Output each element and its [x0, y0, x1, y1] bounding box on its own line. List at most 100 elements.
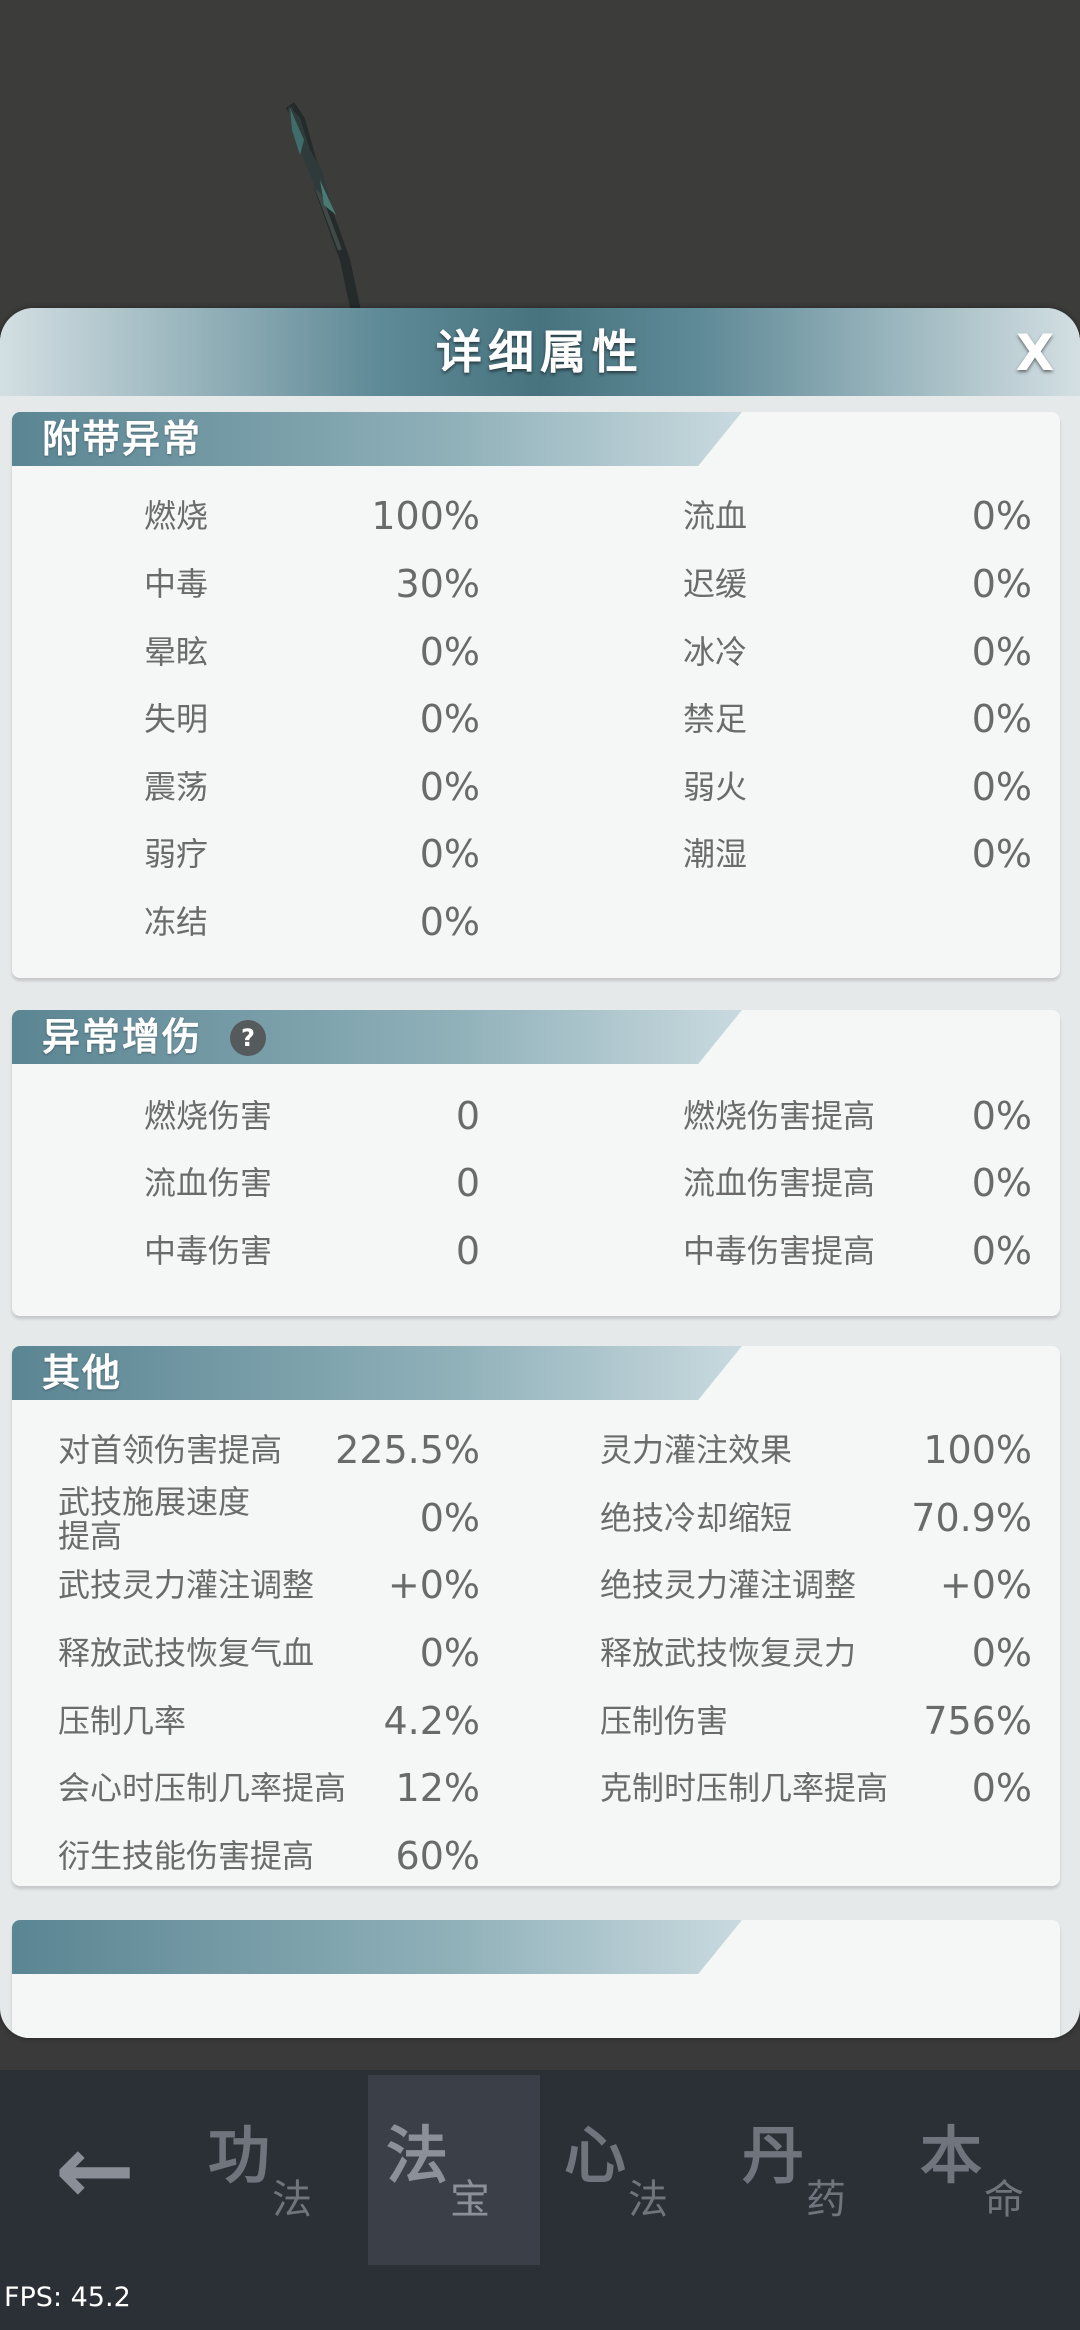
stat-label: 武技灵力灌注调整: [58, 1566, 315, 1604]
stat-label: 潮湿: [683, 835, 748, 873]
dialog-title: 详细属性: [436, 325, 644, 379]
tab-benming-big: 本: [920, 2119, 983, 2192]
stat-value: 0%: [419, 832, 480, 876]
stat-label: 弱火: [683, 768, 748, 806]
stat-value: 0%: [419, 765, 480, 809]
stat-value: 0%: [971, 1229, 1032, 1273]
stat-row: 中毒伤害 0 中毒伤害提高 0%: [12, 1221, 1060, 1281]
tab-benming[interactable]: 本 命: [902, 2075, 1074, 2265]
tab-fabao-big: 法: [386, 2119, 449, 2192]
section-other-title: 其他: [42, 1351, 123, 1395]
stat-value: 0%: [971, 1766, 1032, 1810]
stat-value: 0%: [971, 630, 1032, 674]
stat-label: 克制时压制几率提高: [600, 1769, 889, 1807]
stat-row: 晕眩 0% 冰冷 0%: [12, 622, 1060, 682]
stat-label: 压制几率: [58, 1702, 187, 1740]
tab-gongfa[interactable]: 功 法: [190, 2075, 362, 2265]
help-icon[interactable]: ?: [230, 1020, 266, 1056]
stat-value: 756%: [923, 1699, 1032, 1743]
arrow-left-icon[interactable]: ←: [0, 2075, 190, 2265]
stat-value: 0%: [971, 697, 1032, 741]
stat-value: 4.2%: [383, 1699, 480, 1743]
tab-xinfa-big: 心: [564, 2119, 627, 2192]
section-abnormal-title: 附带异常: [42, 417, 203, 461]
tab-danyao-small: 药: [806, 2177, 846, 2223]
stat-label: 燃烧: [144, 497, 209, 535]
stat-label: 中毒伤害提高: [683, 1232, 876, 1270]
stat-row: 释放武技恢复气血 0% 释放武技恢复灵力 0%: [12, 1623, 1060, 1683]
stat-label: 中毒: [144, 565, 209, 603]
stat-value: 100%: [923, 1428, 1032, 1472]
stat-value: 70.9%: [911, 1496, 1032, 1540]
stat-value: 0%: [419, 1496, 480, 1540]
stat-row: 武技灵力灌注调整 +0% 绝技灵力灌注调整 +0%: [12, 1555, 1060, 1615]
section-abnormal-damage: 异常增伤 ? 燃烧伤害 0 燃烧伤害提高 0% 流血伤害 0 流血伤害提高 0%…: [12, 1010, 1060, 1316]
stat-label: 释放武技恢复气血: [58, 1634, 315, 1672]
stat-label: 中毒伤害: [144, 1232, 273, 1270]
stat-label: 燃烧伤害提高: [683, 1097, 876, 1135]
tab-xinfa-small: 法: [628, 2177, 668, 2223]
stat-label: 晕眩: [144, 633, 209, 671]
stat-value: 100%: [371, 494, 480, 538]
tab-fabao-small: 宝: [450, 2177, 490, 2223]
detail-attributes-dialog: 详细属性 X 附带异常 燃烧 100% 流血 0% 中毒 30% 迟缓 0% 晕…: [0, 308, 1080, 2038]
stat-row: 中毒 30% 迟缓 0%: [12, 554, 1060, 614]
stat-row: 武技施展速度 提高 0% 绝技冷却缩短 70.9%: [12, 1484, 1060, 1554]
stat-label: 迟缓: [683, 565, 748, 603]
stat-value: 60%: [395, 1834, 480, 1878]
stat-label: 绝技灵力灌注调整: [600, 1566, 857, 1604]
stat-row: 冻结 0%: [12, 892, 1060, 952]
stat-label: 绝技冷却缩短: [600, 1499, 793, 1537]
stat-row: 失明 0% 禁足 0%: [12, 689, 1060, 749]
stat-label: 衍生技能伤害提高: [58, 1837, 315, 1875]
stat-row: 燃烧伤害 0 燃烧伤害提高 0%: [12, 1086, 1060, 1146]
tab-fabao[interactable]: 法 宝: [368, 2075, 540, 2265]
fps-counter: FPS: 45.2: [4, 2282, 131, 2313]
stat-label: 失明: [144, 700, 209, 738]
stat-label: 武技施展速度: [58, 1483, 251, 1521]
dialog-scroll-content[interactable]: 附带异常 燃烧 100% 流血 0% 中毒 30% 迟缓 0% 晕眩 0% 冰冷…: [0, 396, 1080, 2038]
stat-value: 0%: [419, 697, 480, 741]
stat-label: 流血: [683, 497, 748, 535]
tab-gongfa-big: 功: [208, 2119, 271, 2192]
section-other: 其他 对首领伤害提高 225.5% 灵力灌注效果 100% 武技施展速度 提高 …: [12, 1346, 1060, 1886]
section-abnormal: 附带异常 燃烧 100% 流血 0% 中毒 30% 迟缓 0% 晕眩 0% 冰冷…: [12, 412, 1060, 978]
section-abnormal-damage-title: 异常增伤: [42, 1015, 203, 1059]
stat-value: 0%: [971, 494, 1032, 538]
stat-row: 震荡 0% 弱火 0%: [12, 757, 1060, 817]
stat-label-line2: 提高: [58, 1517, 123, 1555]
section-next-header: [12, 1920, 742, 1974]
stat-label: 释放武技恢复灵力: [600, 1634, 857, 1672]
stat-value: 0%: [971, 1631, 1032, 1675]
stat-label: 压制伤害: [600, 1702, 729, 1740]
spear-weapon-image: [285, 102, 365, 330]
stat-label: 弱疗: [144, 835, 209, 873]
tab-gongfa-small: 法: [272, 2177, 312, 2223]
stat-label: 流血伤害: [144, 1164, 273, 1202]
tab-danyao[interactable]: 丹 药: [724, 2075, 896, 2265]
stat-row: 会心时压制几率提高 12% 克制时压制几率提高 0%: [12, 1758, 1060, 1818]
tab-xinfa[interactable]: 心 法: [546, 2075, 718, 2265]
stat-value: 0%: [971, 1161, 1032, 1205]
stat-row: 衍生技能伤害提高 60%: [12, 1826, 1060, 1886]
stat-value: 0%: [971, 832, 1032, 876]
stat-row: 弱疗 0% 潮湿 0%: [12, 824, 1060, 884]
close-button[interactable]: X: [1010, 328, 1060, 378]
stat-value: 0%: [419, 900, 480, 944]
stat-label: 流血伤害提高: [683, 1164, 876, 1202]
stat-value: 0: [455, 1161, 480, 1205]
stat-row: 压制几率 4.2% 压制伤害 756%: [12, 1691, 1060, 1751]
stat-label: 禁足: [683, 700, 748, 738]
stat-label: 震荡: [144, 768, 209, 806]
stat-value: 12%: [395, 1766, 480, 1810]
stat-row: 流血伤害 0 流血伤害提高 0%: [12, 1153, 1060, 1213]
stat-row: 燃烧 100% 流血 0%: [12, 486, 1060, 546]
stat-label: 灵力灌注效果: [600, 1431, 793, 1469]
stat-value: 0%: [419, 1631, 480, 1675]
stat-value: 0: [455, 1229, 480, 1273]
stat-label: 冰冷: [683, 633, 748, 671]
stat-label: 冻结: [144, 903, 209, 941]
stat-value: 30%: [395, 562, 480, 606]
stat-value: +0%: [939, 1563, 1032, 1607]
stat-label: 对首领伤害提高: [58, 1431, 283, 1469]
